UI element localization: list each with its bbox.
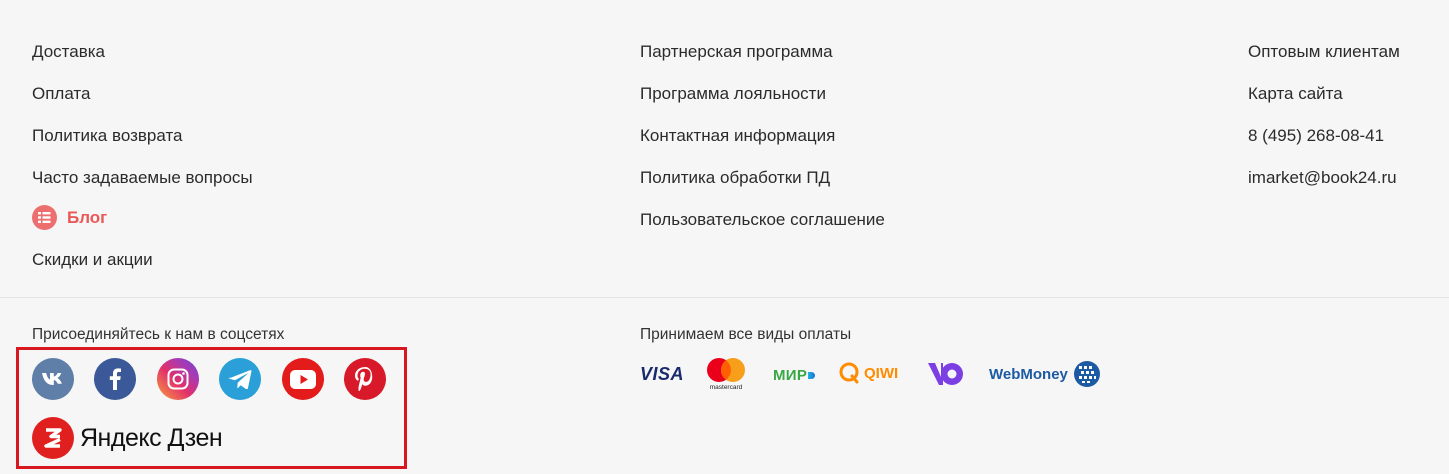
- footer-link-partner-program[interactable]: Партнерская программа: [640, 42, 833, 62]
- webmoney-logo: WebMoney: [989, 359, 1101, 389]
- zen-label: Яндекс Дзен: [80, 423, 223, 452]
- instagram-icon[interactable]: [157, 358, 199, 400]
- footer-link-contacts[interactable]: Контактная информация: [640, 126, 835, 146]
- blog-label: Блог: [67, 207, 108, 227]
- footer-link-discounts[interactable]: Скидки и акции: [32, 250, 153, 270]
- zen-logo-icon: [32, 417, 74, 459]
- payment-section-title: Принимаем все виды оплаты: [640, 326, 852, 343]
- footer-link-sitemap[interactable]: Карта сайта: [1248, 84, 1343, 104]
- youtube-icon[interactable]: [282, 358, 324, 400]
- footer-link-return-policy[interactable]: Политика возврата: [32, 126, 183, 146]
- footer-link-payment[interactable]: Оплата: [32, 84, 90, 104]
- facebook-icon[interactable]: [94, 358, 136, 400]
- footer-link-email[interactable]: imarket@book24.ru: [1248, 168, 1397, 188]
- mastercard-logo: mastercard: [705, 357, 747, 391]
- qiwi-logo: QIWI: [838, 361, 898, 385]
- mir-logo: МИР: [773, 365, 816, 385]
- footer-link-loyalty-program[interactable]: Программа лояльности: [640, 84, 826, 104]
- footer-link-blog[interactable]: Блог: [32, 205, 107, 230]
- telegram-icon[interactable]: [219, 358, 261, 400]
- footer-link-wholesale[interactable]: Оптовым клиентам: [1248, 42, 1400, 62]
- pinterest-icon[interactable]: [344, 358, 386, 400]
- yoomoney-logo: [928, 361, 964, 387]
- social-section-title: Присоединяйтесь к нам в соцсетях: [32, 326, 285, 343]
- visa-logo: VISA: [640, 363, 685, 384]
- yandex-zen-link[interactable]: Яндекс Дзен: [32, 417, 223, 459]
- vk-icon[interactable]: [32, 358, 74, 400]
- footer-divider: [0, 297, 1449, 298]
- blog-list-icon: [32, 205, 57, 230]
- footer-link-faq[interactable]: Часто задаваемые вопросы: [32, 168, 253, 188]
- footer-link-phone[interactable]: 8 (495) 268-08-41: [1248, 126, 1384, 146]
- footer-link-delivery[interactable]: Доставка: [32, 42, 105, 62]
- footer-link-privacy-policy[interactable]: Политика обработки ПД: [640, 168, 830, 188]
- footer-link-user-agreement[interactable]: Пользовательское соглашение: [640, 210, 885, 230]
